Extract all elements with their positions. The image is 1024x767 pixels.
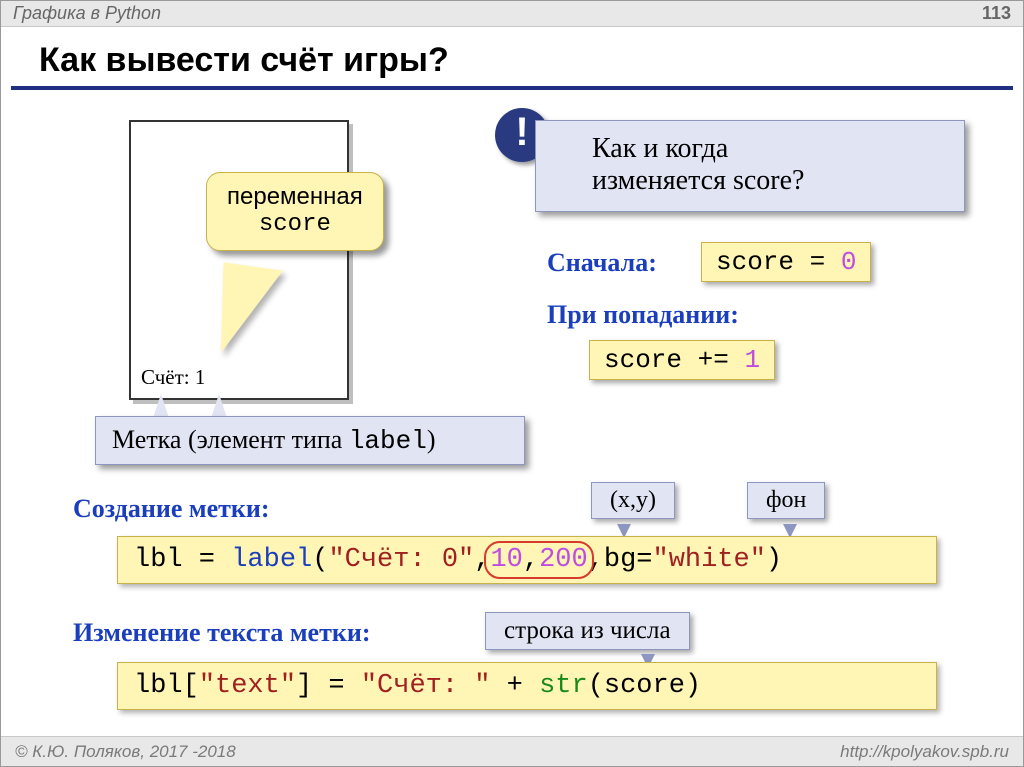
code-lhs: score	[716, 247, 794, 277]
question-line2: изменяется score?	[592, 165, 948, 197]
label-pointer-icon	[211, 394, 227, 418]
onhit-heading: При попадании:	[547, 300, 739, 330]
hint-strconv: строка из числа	[485, 612, 690, 650]
callout-tail-icon	[211, 262, 283, 359]
tok-bgkey: bg=	[604, 545, 653, 575]
window-mockup: Счёт: 1	[129, 120, 349, 400]
label-code: label	[349, 426, 427, 456]
tok-arg: (score)	[588, 671, 701, 701]
question-callout: Как и когда изменяется score?	[535, 120, 965, 212]
tok-mid: ] =	[296, 671, 361, 701]
window-score-text: Счёт: 1	[141, 365, 205, 390]
create-code-line: lbl = label("Счёт: 0",10,200,bg="white")	[117, 536, 937, 584]
tok-var: lbl	[134, 545, 183, 575]
footer-url: http://kpolyakov.spb.ru	[840, 742, 1009, 762]
tok-eq: =	[183, 545, 232, 575]
tok-close: )	[766, 545, 782, 575]
change-heading: Изменение текста метки:	[73, 618, 371, 648]
tok-c2: ,	[523, 545, 539, 575]
code-op: +=	[682, 345, 744, 375]
tok-key: "text"	[199, 671, 296, 701]
tok-str: "Счёт: "	[361, 671, 491, 701]
tok-fn: label	[231, 545, 312, 575]
code-op: =	[794, 247, 841, 277]
tok-fn: str	[539, 671, 588, 701]
change-code-line: lbl["text"] = "Счёт: " + str(score)	[117, 662, 937, 710]
label-prefix: Метка (элемент типа	[112, 425, 349, 454]
breadcrumb: Графика в Python	[13, 3, 161, 24]
tok-n2: 200	[539, 545, 588, 575]
initial-code: score = 0	[701, 242, 871, 282]
tok-n1: 10	[490, 545, 522, 575]
create-heading: Создание метки:	[73, 494, 270, 524]
tok-str: "Счёт: 0"	[328, 545, 474, 575]
code-rhs: 1	[744, 345, 760, 375]
code-lhs: score	[604, 345, 682, 375]
variable-callout: переменная score	[206, 172, 384, 251]
code-rhs: 0	[841, 247, 857, 277]
copyright: © К.Ю. Поляков, 2017 -2018	[15, 742, 236, 762]
callout-line1: переменная	[227, 183, 363, 211]
question-line1: Как и когда	[592, 133, 948, 165]
onhit-code: score += 1	[589, 340, 775, 380]
label-pointer-icon	[153, 394, 169, 418]
tok-bgval: "white"	[653, 545, 766, 575]
header-bar: Графика в Python 113	[1, 1, 1023, 27]
footer-bar: © К.Ю. Поляков, 2017 -2018 http://kpolya…	[1, 736, 1023, 766]
hint-xy: (x,y)	[591, 482, 675, 519]
page-number: 113	[982, 3, 1011, 24]
callout-code: score	[227, 211, 363, 238]
slide-title: Как вывести счёт игры?	[11, 27, 1013, 90]
label-suffix: )	[427, 425, 436, 454]
tok-plus: +	[490, 671, 539, 701]
hint-bg: фон	[747, 482, 825, 519]
initial-heading: Сначала:	[547, 248, 657, 278]
tok-open: (	[312, 545, 328, 575]
tok-lhs: lbl[	[134, 671, 199, 701]
label-explainer: Метка (элемент типа label)	[95, 416, 525, 465]
slide-content: Счёт: 1 переменная score Метка (элемент …	[1, 90, 1023, 720]
